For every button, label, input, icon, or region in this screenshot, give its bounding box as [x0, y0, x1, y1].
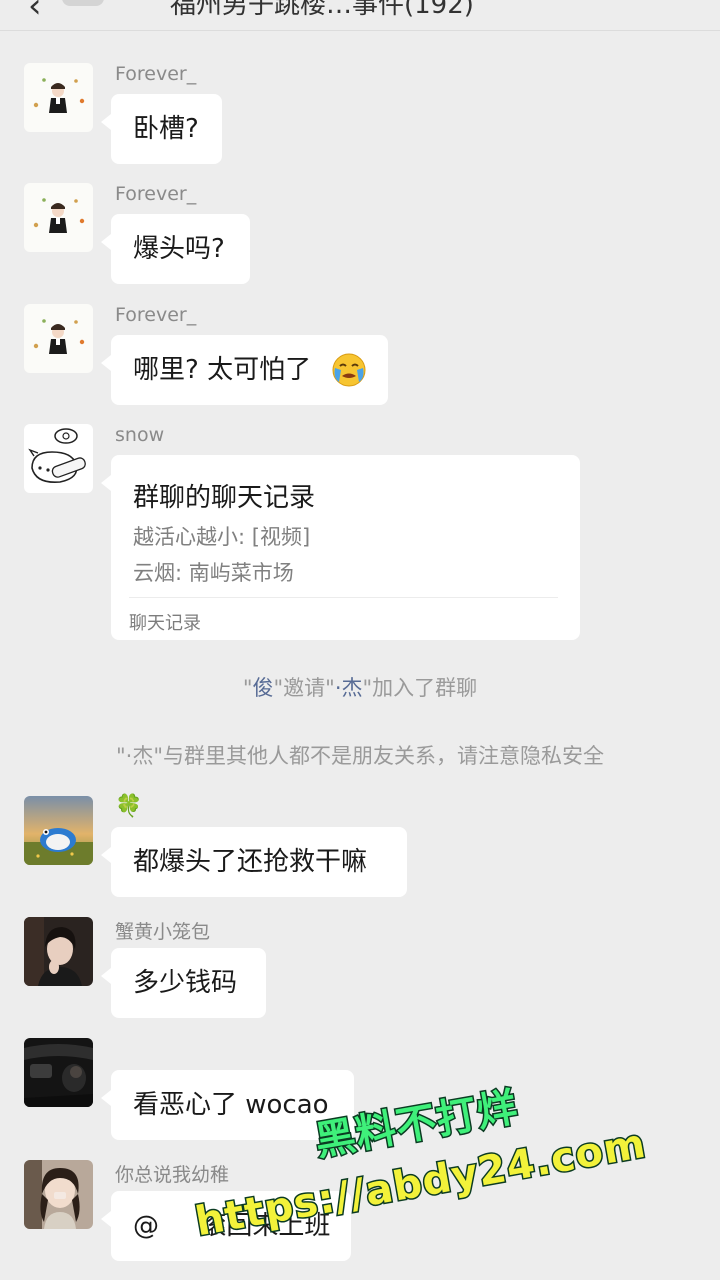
avatar-car[interactable]: [24, 1038, 93, 1107]
message-text: 看恶心了 wocao: [133, 1090, 329, 1120]
system-invite-notice: "俊"邀请"·杰"加入了群聊: [242, 676, 478, 700]
message-text: 卧槽?: [133, 114, 199, 144]
avatar-xiehuang[interactable]: [24, 917, 93, 986]
avatar-forever[interactable]: [24, 183, 93, 252]
avatar-clover[interactable]: [24, 796, 93, 865]
message-bubble[interactable]: 哪里? 太可怕了: [101, 335, 388, 405]
message-text: 多少钱码: [133, 968, 238, 998]
unread-count-pill[interactable]: [62, 0, 104, 6]
avatar-snow[interactable]: [24, 424, 93, 493]
card-line: 越活心越小: [视频]: [133, 525, 311, 549]
message-text: 哪里? 太可怕了: [133, 355, 312, 385]
card-title: 群聊的聊天记录: [133, 483, 316, 513]
sender-name: Forever_: [115, 63, 197, 85]
avatar-youzhi[interactable]: [24, 1160, 93, 1229]
invitee-name-link[interactable]: ·杰: [335, 676, 363, 700]
chat-header: ‹ 福州男子跳楼…事件(192): [0, 0, 720, 31]
sender-name: Forever_: [115, 304, 197, 326]
sender-name: 你总说我幼稚: [115, 1164, 230, 1186]
sender-name-clover-icon: 🍀: [115, 794, 143, 819]
chat-history-card[interactable]: 群聊的聊天记录 越活心越小: [视频] 云烟: 南屿菜市场 聊天记录: [101, 455, 580, 640]
inviter-name-link[interactable]: 俊: [252, 676, 273, 700]
avatar-forever[interactable]: [24, 304, 93, 373]
message-text: 爆头吗?: [133, 234, 225, 264]
card-divider: [129, 597, 558, 598]
system-privacy-notice: "·杰"与群里其他人都不是朋友关系，请注意隐私安全: [116, 744, 604, 768]
message-bubble[interactable]: 爆头吗?: [101, 214, 250, 284]
message-bubble[interactable]: 都爆头了还抢救干嘛: [101, 827, 407, 897]
message-text: 都爆头了还抢救干嘛: [133, 847, 368, 877]
sender-name: 蟹黄小笼包: [115, 921, 211, 943]
avatar-forever[interactable]: [24, 63, 93, 132]
card-line: 云烟: 南屿菜市场: [133, 561, 294, 585]
crying-emoji-icon: [332, 353, 366, 387]
sender-name: Forever_: [115, 183, 197, 205]
back-chevron-icon[interactable]: ‹: [28, 0, 42, 26]
sender-name: snow: [115, 424, 165, 446]
message-bubble[interactable]: 卧槽?: [101, 94, 222, 164]
message-bubble[interactable]: 多少钱码: [101, 948, 266, 1018]
chat-title: 福州男子跳楼…事件(192): [170, 0, 474, 20]
card-footer-label: 聊天记录: [129, 613, 201, 634]
